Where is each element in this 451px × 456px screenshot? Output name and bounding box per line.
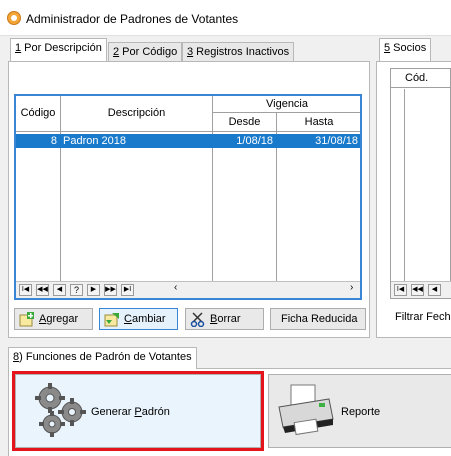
nav-prev-page-button[interactable]: ◀◀ — [411, 284, 424, 296]
printer-icon — [278, 384, 334, 436]
table-row[interactable]: 8 Padron 2018 1/08/18 31/08/18 — [16, 134, 360, 148]
nav-prev-button[interactable]: ◀ — [428, 284, 441, 296]
nav-prev-page-button[interactable]: ◀◀ — [36, 284, 49, 296]
nav-first-button[interactable]: I◀ — [394, 284, 407, 296]
tab-label: Socios — [390, 42, 427, 54]
cambiar-label: Cambiar — [124, 313, 166, 325]
scroll-left-icon[interactable]: ‹ — [174, 282, 177, 293]
tab-funciones[interactable]: 8) Funciones de Padrón de Votantes — [8, 347, 197, 369]
highlight-box — [12, 371, 264, 451]
grid-nav-bar: I◀ ◀◀ ◀ ? ▶ ▶▶ ▶I ‹ › — [16, 281, 360, 298]
tab-label: Por Código — [119, 46, 178, 58]
agregar-icon — [19, 312, 34, 327]
col-header-codigo[interactable]: Código — [16, 96, 61, 132]
nav-prev-button[interactable]: ◀ — [53, 284, 66, 296]
col-header-cod[interactable]: Cód. — [391, 69, 451, 88]
col-header-descripcion[interactable]: Descripción — [61, 96, 213, 132]
col-header-desde[interactable]: Desde — [213, 113, 277, 132]
nav-first-button[interactable]: I◀ — [19, 284, 32, 296]
nav-next-button[interactable]: ▶ — [87, 284, 100, 296]
reporte-label: Reporte — [341, 406, 381, 418]
tab-socios[interactable]: 5 Socios — [379, 38, 432, 61]
tab-registros-inactivos[interactable]: 3 Registros Inactivos — [182, 42, 295, 62]
agregar-button[interactable]: Agregar — [14, 308, 93, 330]
cambiar-icon — [104, 313, 119, 327]
borrar-icon — [190, 312, 205, 327]
app-icon — [7, 11, 21, 25]
padrones-grid[interactable]: Código Descripción Vigencia Desde Hasta … — [14, 94, 362, 300]
col-header-hasta[interactable]: Hasta — [277, 113, 360, 132]
col-header-vigencia: Vigencia — [213, 96, 360, 113]
agregar-label: Agregar — [39, 313, 79, 325]
cell-hasta: 31/08/18 — [315, 135, 358, 147]
nav-last-button[interactable]: ▶I — [121, 284, 134, 296]
cell-codigo: 8 — [50, 135, 57, 147]
ficha-reducida-label: Ficha Reducida — [281, 313, 358, 325]
nav-next-page-button[interactable]: ▶▶ — [104, 284, 117, 296]
tab-por-descripcion[interactable]: 1 Por Descripción — [10, 38, 107, 61]
borrar-label: Borrar — [210, 313, 241, 325]
tab-label: Por Descripción — [21, 42, 102, 54]
socios-grid[interactable]: Cód. I◀ ◀◀ ◀ — [390, 68, 451, 299]
grid-indicator-column — [391, 89, 405, 281]
tab-label: ) Funciones de Padrón de Votantes — [19, 351, 192, 363]
cell-desde: 1/08/18 — [236, 135, 273, 147]
title-bar: Administrador de Padrones de Votantes — [0, 0, 451, 36]
tab-label: Registros Inactivos — [193, 46, 290, 58]
window-title: Administrador de Padrones de Votantes — [26, 12, 239, 26]
tab-por-codigo[interactable]: 2 Por Código — [108, 42, 183, 62]
filtrar-fecha-label: Filtrar Fecha — [395, 311, 451, 323]
socios-nav-bar: I◀ ◀◀ ◀ — [391, 281, 451, 298]
nav-query-button[interactable]: ? — [70, 284, 83, 296]
cell-descripcion: Padron 2018 — [63, 135, 126, 147]
ficha-reducida-button[interactable]: Ficha Reducida — [270, 308, 366, 330]
scroll-right-icon[interactable]: › — [350, 282, 353, 293]
borrar-button[interactable]: Borrar — [185, 308, 264, 330]
reporte-button[interactable]: Reporte — [268, 374, 451, 448]
cambiar-button[interactable]: Cambiar — [99, 308, 178, 330]
